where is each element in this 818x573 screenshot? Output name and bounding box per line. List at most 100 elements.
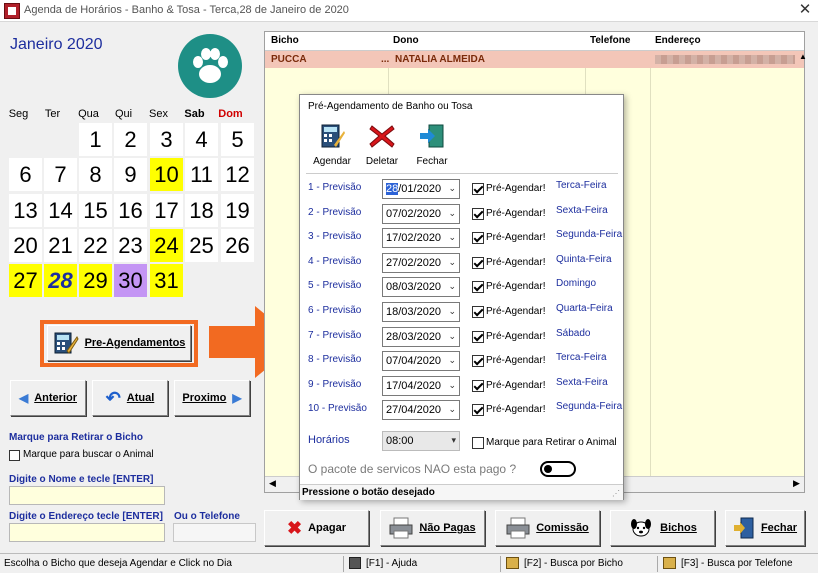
scroll-right-icon[interactable]: ▶: [793, 478, 800, 489]
retirar-animal-checkbox[interactable]: [472, 437, 484, 449]
calendar-day[interactable]: 3: [150, 123, 183, 156]
calendar-day[interactable]: 19: [221, 194, 254, 227]
pre-agendar-checkbox[interactable]: [472, 232, 484, 245]
calendar-day[interactable]: 27: [9, 264, 42, 297]
calendar-day[interactable]: 4: [185, 123, 218, 156]
previsao-date-input[interactable]: 07/02/2020 ⌄: [382, 203, 460, 224]
calendar-day[interactable]: 16: [114, 194, 147, 227]
previsao-date-input[interactable]: 18/03/2020 ⌄: [382, 302, 460, 322]
chevron-down-icon[interactable]: ⌄: [448, 208, 456, 219]
pre-agendar-checkbox[interactable]: [472, 207, 484, 220]
status-hint: Escolha o Bicho que deseja Agendar e Cli…: [4, 558, 232, 569]
calendar-day[interactable]: 23: [114, 229, 147, 262]
pre-agendar-checkbox[interactable]: [472, 306, 484, 318]
previsao-date-input[interactable]: 28/03/2020 ⌄: [382, 326, 460, 347]
scroll-up-icon[interactable]: ▲: [799, 52, 807, 61]
agendar-button[interactable]: Agendar: [310, 123, 354, 167]
calendar-day[interactable]: 25: [185, 229, 218, 262]
calendar-day[interactable]: 31: [150, 264, 183, 297]
buscar-animal-checkbox[interactable]: [9, 450, 20, 461]
chevron-down-icon[interactable]: ⌄: [448, 380, 456, 391]
nome-input[interactable]: [9, 486, 165, 505]
pre-agendar-checkbox[interactable]: [472, 355, 484, 368]
previsao-date-input[interactable]: 17/04/2020 ⌄: [382, 375, 460, 396]
calendar-day[interactable]: 22: [79, 229, 112, 262]
calendar-day[interactable]: 21: [44, 229, 77, 262]
table-row[interactable]: PUCCA ... NATALIA ALMEIDA: [265, 51, 804, 68]
col-bicho[interactable]: Bicho: [271, 35, 299, 46]
calendar-day[interactable]: 14: [44, 194, 77, 227]
pacote-toggle[interactable]: [540, 461, 576, 477]
horarios-label: Horários: [308, 434, 350, 446]
chevron-down-icon[interactable]: ⌄: [448, 331, 456, 342]
chevron-down-icon[interactable]: ⌄: [448, 257, 456, 268]
pre-agendamentos-label: Pre-Agendamentos: [84, 337, 186, 349]
col-endereco[interactable]: Endereço: [655, 35, 701, 46]
calendar-day[interactable]: 13: [9, 194, 42, 227]
calendar-day[interactable]: 26: [221, 229, 254, 262]
calendar-day[interactable]: 17: [150, 194, 183, 227]
pre-agendar-checkbox[interactable]: [472, 183, 484, 195]
chevron-down-icon[interactable]: ⌄: [448, 404, 456, 415]
calendar-day[interactable]: 15: [79, 194, 112, 227]
calendar-day[interactable]: 29: [79, 264, 112, 297]
status-busca-telefone[interactable]: [F3] - Busca por Telefone: [681, 558, 793, 569]
chevron-down-icon[interactable]: ⌄: [448, 281, 456, 292]
calendar-day[interactable]: 1: [79, 123, 112, 156]
proximo-button[interactable]: Proximo ▶: [174, 380, 250, 416]
calendar-day[interactable]: 9: [114, 158, 147, 191]
horario-select[interactable]: 08:00 ▾: [382, 431, 460, 451]
endereco-input[interactable]: [9, 523, 165, 542]
pre-agendar-checkbox[interactable]: [472, 379, 484, 392]
status-ajuda[interactable]: [F1] - Ajuda: [366, 558, 417, 569]
col-dono[interactable]: Dono: [393, 35, 419, 46]
calendar-day[interactable]: 11: [185, 158, 218, 191]
triangle-left-icon: ◀: [18, 391, 29, 405]
calendar-day[interactable]: 2: [114, 123, 147, 156]
pre-agendar-checkbox[interactable]: [472, 330, 484, 343]
chevron-down-icon[interactable]: ⌄: [448, 306, 456, 317]
telefone-input[interactable]: [173, 523, 256, 542]
previsao-date-input[interactable]: 07/04/2020 ⌄: [382, 351, 460, 372]
previsao-date-input[interactable]: 08/03/2020 ⌄: [382, 277, 460, 298]
atual-button[interactable]: ↶ Atual: [92, 380, 168, 416]
calendar-day[interactable]: 18: [185, 194, 218, 227]
calendar-day[interactable]: 10: [150, 158, 183, 191]
close-icon[interactable]: ✕: [796, 1, 814, 19]
anterior-button[interactable]: ◀ Anterior: [10, 380, 86, 416]
chevron-down-icon[interactable]: ⌄: [448, 232, 456, 243]
pre-agendar-checkbox[interactable]: [472, 256, 484, 269]
calendar-day[interactable]: 7: [44, 158, 77, 191]
grid-header: Bicho Dono Telefone Endereço: [265, 32, 804, 51]
calendar-day[interactable]: 28: [44, 264, 77, 297]
previsao-date-input[interactable]: 27/04/2020 ⌄: [382, 400, 460, 421]
comissao-button[interactable]: Comissão: [495, 510, 600, 546]
deletar-button[interactable]: Deletar: [360, 123, 404, 167]
resize-grip-icon[interactable]: ⋰: [612, 489, 620, 498]
chevron-down-icon[interactable]: ⌄: [448, 355, 456, 366]
col-telefone[interactable]: Telefone: [590, 35, 630, 46]
fechar-button[interactable]: Fechar: [725, 510, 805, 546]
previsao-date-input[interactable]: 27/02/2020 ⌄: [382, 252, 460, 273]
apagar-button[interactable]: ✖ Apagar: [264, 510, 369, 546]
calendar-day[interactable]: 6: [9, 158, 42, 191]
calendar-day[interactable]: 5: [221, 123, 254, 156]
previsao-date-input[interactable]: 28/01/2020 ⌄: [382, 179, 460, 199]
calendar-day[interactable]: 12: [221, 158, 254, 191]
calendar-day[interactable]: 30: [114, 264, 147, 297]
fechar-label: Fechar: [760, 522, 798, 534]
pre-agendar-checkbox[interactable]: [472, 281, 484, 294]
calendar-day[interactable]: 20: [9, 229, 42, 262]
nao-pagas-button[interactable]: Não Pagas: [380, 510, 485, 546]
pre-agendar-checkbox[interactable]: [472, 404, 484, 417]
status-busca-bicho[interactable]: [F2] - Busca por Bicho: [524, 558, 623, 569]
fechar-dialog-button[interactable]: Fechar: [410, 123, 454, 167]
calendar-day[interactable]: 8: [79, 158, 112, 191]
bichos-button[interactable]: Bichos: [610, 510, 715, 546]
previsao-date-input[interactable]: 17/02/2020 ⌄: [382, 228, 460, 249]
previsao-date-value: 17/04/2020: [386, 379, 442, 392]
chevron-down-icon[interactable]: ⌄: [448, 183, 456, 194]
calendar-day[interactable]: 24: [150, 229, 183, 262]
scroll-left-icon[interactable]: ◀: [269, 478, 276, 489]
pre-agendamentos-button[interactable]: Pre-Agendamentos: [47, 325, 191, 361]
